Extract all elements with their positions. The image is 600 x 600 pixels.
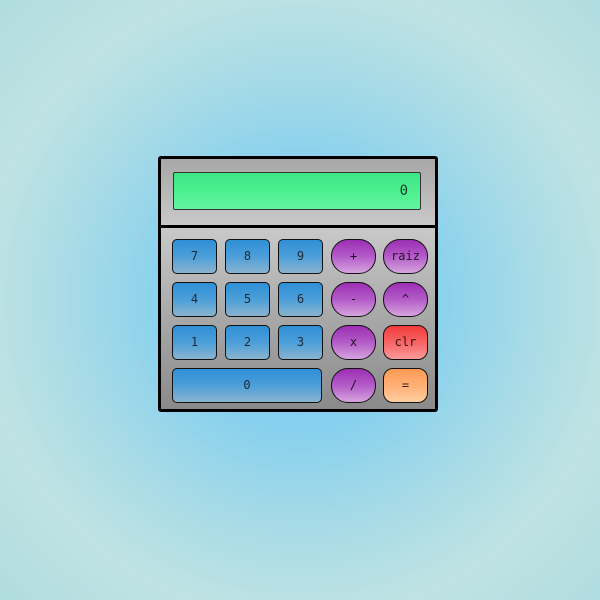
- key-4[interactable]: 4: [172, 282, 217, 317]
- key-7[interactable]: 7: [172, 239, 217, 274]
- key-minus[interactable]: -: [331, 282, 376, 317]
- key-equals[interactable]: =: [383, 368, 428, 403]
- key-multiply[interactable]: x: [331, 325, 376, 360]
- key-8[interactable]: 8: [225, 239, 270, 274]
- key-divide[interactable]: /: [331, 368, 376, 403]
- display-screen: 0: [173, 172, 421, 210]
- key-5[interactable]: 5: [225, 282, 270, 317]
- calculator: 0 7 8 9 + raiz 4 5 6 - ^ 1 2 3 x clr 0 /…: [158, 156, 438, 412]
- key-clear[interactable]: clr: [383, 325, 428, 360]
- key-sqrt[interactable]: raiz: [383, 239, 428, 274]
- key-6[interactable]: 6: [278, 282, 323, 317]
- key-plus[interactable]: +: [331, 239, 376, 274]
- key-1[interactable]: 1: [172, 325, 217, 360]
- key-2[interactable]: 2: [225, 325, 270, 360]
- key-3[interactable]: 3: [278, 325, 323, 360]
- display-area: 0: [161, 159, 435, 228]
- keypad: 7 8 9 + raiz 4 5 6 - ^ 1 2 3 x clr 0 / =: [161, 228, 435, 409]
- key-power[interactable]: ^: [383, 282, 428, 317]
- key-0[interactable]: 0: [172, 368, 322, 403]
- key-9[interactable]: 9: [278, 239, 323, 274]
